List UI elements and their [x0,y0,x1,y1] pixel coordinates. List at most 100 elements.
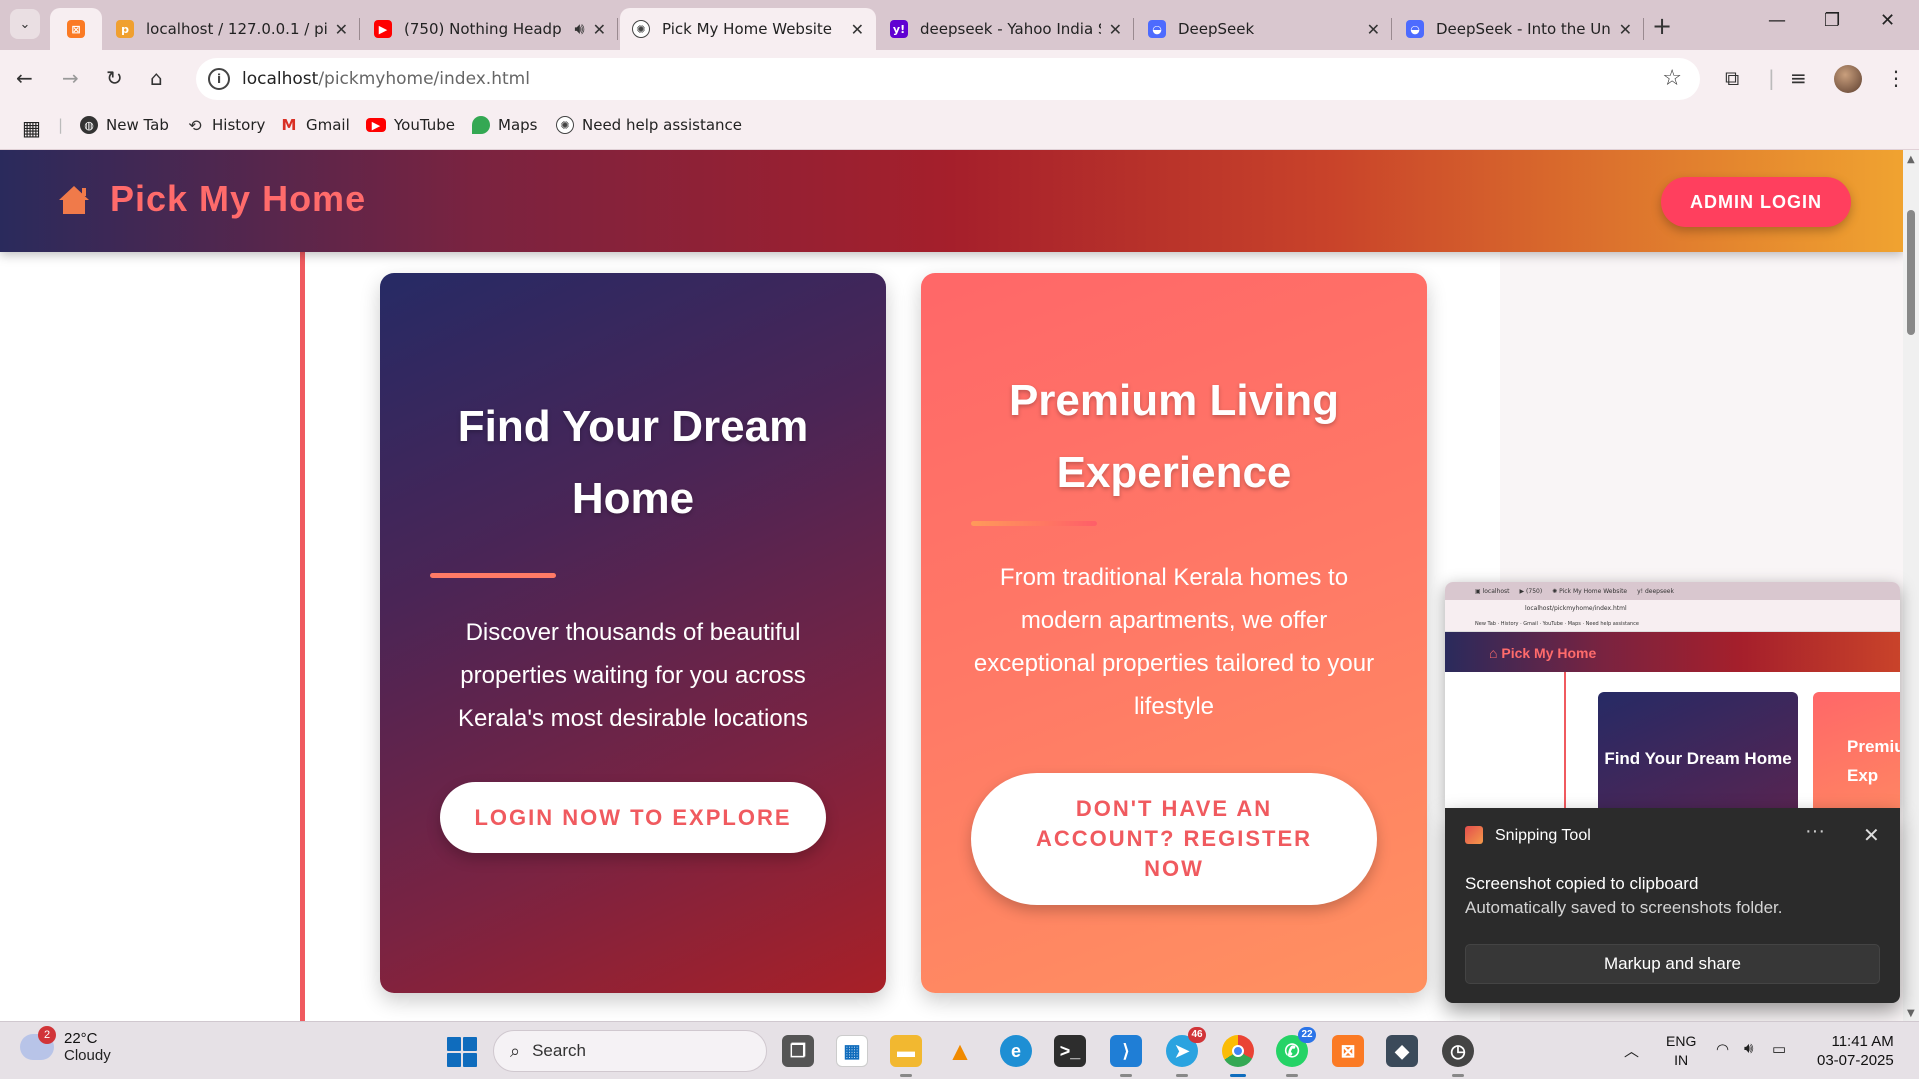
bookmark-gmail[interactable]: M Gmail [280,116,350,134]
scroll-up-icon[interactable]: ▲ [1907,154,1915,165]
close-tab-icon[interactable]: ✕ [1619,20,1632,39]
tab-title: (750) Nothing Headp [404,20,562,38]
tab-title: DeepSeek [1178,20,1255,38]
scroll-thumb[interactable] [1907,210,1915,335]
page-scrollbar[interactable]: ▲ ▼ [1903,150,1919,1021]
tab-search-button[interactable]: ⌄ [10,9,40,39]
weather-badge: 2 [38,1026,56,1044]
weather-widget[interactable]: 2 22°C Cloudy [20,1026,111,1064]
home-icon[interactable]: ⌂ [150,66,163,90]
close-icon[interactable]: ✕ [1863,823,1880,848]
volume-icon[interactable]: 🔊︎ [1744,1040,1753,1057]
new-tab-icon[interactable]: + [1652,12,1672,40]
more-options-icon[interactable]: ··· [1805,820,1825,843]
chatgpt-icon: ✺ [632,20,650,38]
close-tab-icon[interactable]: ✕ [851,20,864,39]
bookmark-new-tab[interactable]: ◍ New Tab [80,116,169,134]
card-premium-living: Premium Living Experience From tradition… [921,273,1427,993]
close-tab-icon[interactable]: ✕ [593,20,606,39]
app-cube-icon[interactable]: ◆ [1386,1035,1418,1067]
youtube-icon: ▶ [366,118,386,132]
close-tab-icon[interactable]: ✕ [1367,20,1380,39]
reload-icon[interactable]: ↻ [106,66,123,90]
bookmark-need-help[interactable]: ✺ Need help assistance [556,116,742,134]
whatsapp-icon[interactable]: ✆ 22 [1276,1027,1316,1077]
file-explorer-icon[interactable]: ▬ [890,1035,922,1077]
weather-desc: Cloudy [64,1047,111,1064]
site-logo[interactable]: Pick My Home [56,178,366,220]
url-text[interactable]: localhost/pickmyhome/index.html [242,69,530,89]
windows-taskbar: 2 22°C Cloudy ⌕ Search ❐ ▦ ▬ ▲ e >_ ⟩ ➤ 4… [0,1021,1919,1079]
preview-card-2: Premiu Exp [1813,692,1900,808]
maps-pin-icon [472,116,490,134]
card-title: Find Your Dream Home [457,402,809,523]
back-icon[interactable]: ← [16,66,33,90]
start-button[interactable] [447,1037,477,1067]
youtube-icon: ▶ [374,20,392,38]
telegram-icon[interactable]: ➤ 46 [1166,1027,1206,1077]
forward-icon[interactable]: → [62,66,79,90]
bookmark-history[interactable]: ⟲ History [186,116,265,135]
register-button[interactable]: DON'T HAVE AN ACCOUNT? REGISTER NOW [971,773,1377,905]
apps-grid-icon[interactable]: ▦ [22,116,41,140]
clock-app-icon[interactable]: ◷ [1442,1035,1474,1077]
vscode-icon[interactable]: ⟩ [1110,1035,1142,1077]
markup-share-button[interactable]: Markup and share [1465,944,1880,984]
preview-card-1: Find Your Dream Home [1598,692,1798,808]
address-bar[interactable]: i localhost/pickmyhome/index.html ☆ [196,58,1700,100]
search-icon: ⌕ [510,1040,521,1061]
gmail-icon: M [281,116,297,134]
toast-message: Screenshot copied to clipboard [1465,874,1699,893]
bookmark-star-icon[interactable]: ☆ [1662,66,1682,91]
restore-icon[interactable]: ❐ [1824,10,1840,31]
bookmarks-bar: ▦ | ◍ New Tab ⟲ History M Gmail ▶ YouTube Ma… [0,108,1919,150]
menu-icon[interactable]: ⋮ [1886,66,1906,90]
tab-pick-my-home[interactable]: ✺ Pick My Home Website ✕ [620,8,876,50]
system-clock[interactable]: 11:41 AM 03-07-2025 [1817,1032,1894,1070]
terminal-icon[interactable]: >_ [1054,1035,1086,1067]
tab-phpmyadmin[interactable]: p localhost / 127.0.0.1 / pic ✕ [104,8,360,50]
close-tab-icon[interactable]: ✕ [335,20,348,39]
show-hidden-icons[interactable]: ︿ [1624,1040,1639,1061]
task-view-icon[interactable]: ❐ [782,1035,814,1067]
tab-youtube[interactable]: ▶ (750) Nothing Headp 🔊︎ ✕ [362,8,618,50]
tab-yahoo[interactable]: y! deepseek - Yahoo India S ✕ [878,8,1134,50]
close-window-icon[interactable]: ✕ [1880,10,1895,31]
admin-login-button[interactable]: ADMIN LOGIN [1661,177,1851,227]
toast-app-name: Snipping Tool [1495,827,1591,844]
deepseek-icon: ◒ [1406,20,1424,38]
house-icon [59,186,89,214]
scroll-down-icon[interactable]: ▼ [1907,1008,1915,1019]
bookmark-youtube[interactable]: ▶ YouTube [366,116,455,134]
extensions-icon[interactable]: ⧉ [1725,66,1739,90]
login-explore-button[interactable]: LOGIN NOW TO EXPLORE [440,782,826,853]
tab-deepseek-2[interactable]: ◒ DeepSeek - Into the Unkn ✕ [1394,8,1644,50]
toast-submessage: Automatically saved to screenshots folde… [1465,898,1783,917]
preview-header: ⌂ Pick My Home [1445,632,1900,672]
yahoo-icon: y! [890,20,908,38]
snipping-tool-icon [1465,826,1483,844]
edge-icon[interactable]: e [1000,1035,1032,1067]
wifi-icon[interactable]: ◠ [1716,1040,1729,1058]
vlc-icon[interactable]: ▲ [944,1035,976,1067]
store-icon[interactable]: ▦ [836,1035,868,1067]
xampp-icon[interactable]: ⊠ [1332,1035,1364,1067]
site-info-icon[interactable]: i [208,68,230,90]
speaker-icon[interactable]: 🔊︎ [575,19,585,39]
screenshot-preview[interactable]: ▣ localhost ▶ (750) ✺ Pick My Home Website… [1445,582,1900,808]
profile-avatar[interactable] [1834,65,1862,93]
chatgpt-icon: ✺ [556,116,574,134]
taskbar-search[interactable]: ⌕ Search [493,1030,767,1072]
tab-pinned-xampp[interactable]: ⊠ [50,8,102,50]
bookmark-maps[interactable]: Maps [472,116,537,134]
tab-deepseek[interactable]: ◒ DeepSeek ✕ [1136,8,1392,50]
battery-icon[interactable]: ▭ [1772,1040,1786,1058]
close-tab-icon[interactable]: ✕ [1109,20,1122,39]
site-header: Pick My Home ADMIN LOGIN [0,150,1903,252]
xampp-icon: ⊠ [67,20,85,38]
chrome-icon[interactable] [1222,1035,1254,1077]
media-control-icon[interactable]: ≡ [1790,66,1807,90]
minimize-icon[interactable]: — [1768,10,1786,31]
globe-icon: ◍ [80,116,98,134]
language-indicator[interactable]: ENG IN [1666,1032,1696,1070]
